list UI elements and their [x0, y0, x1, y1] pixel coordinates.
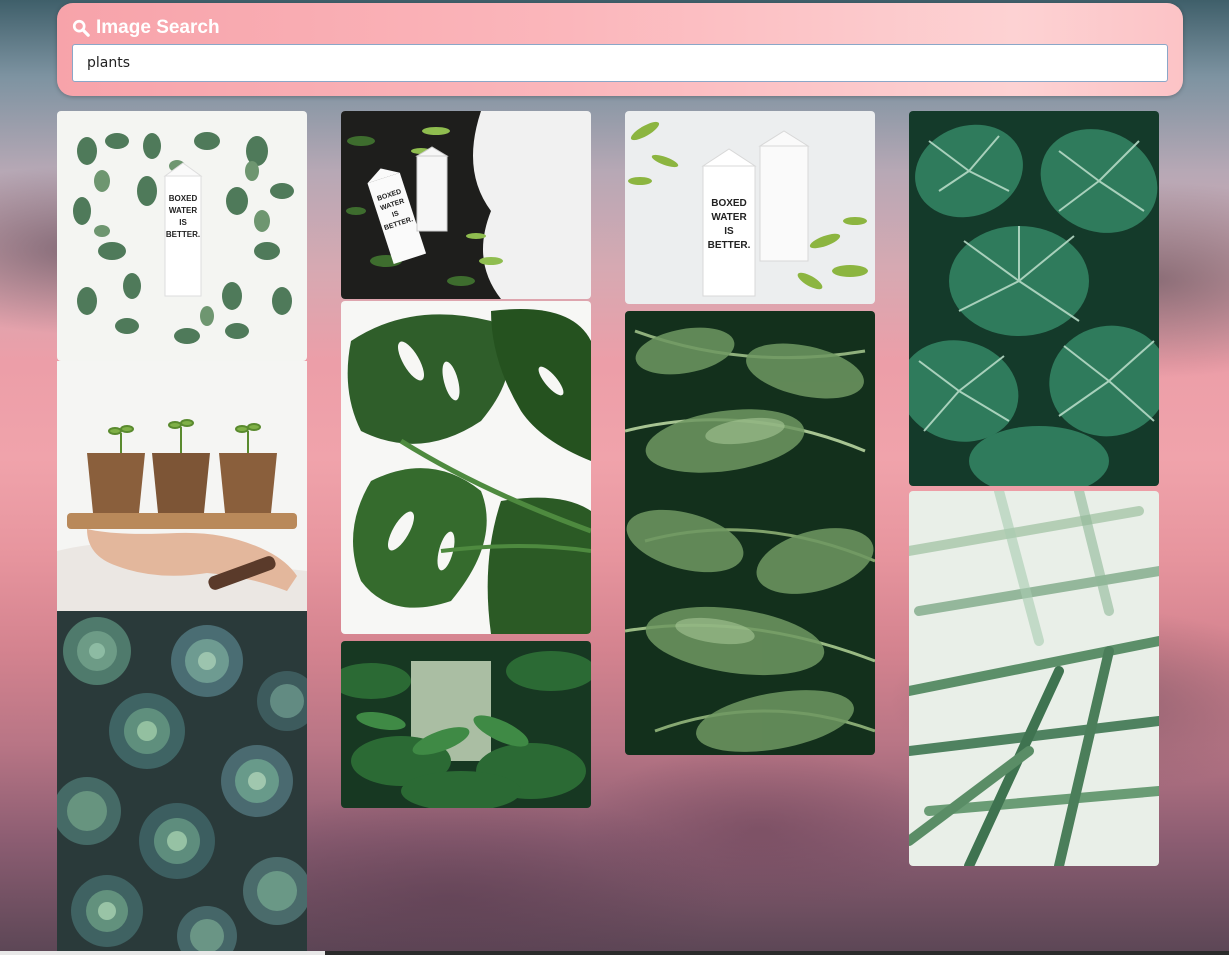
- svg-text:WATER: WATER: [711, 212, 747, 223]
- svg-text:BOXED: BOXED: [711, 198, 747, 209]
- result-image-palm-closeup[interactable]: [909, 491, 1159, 866]
- result-image-succulents[interactable]: [57, 611, 307, 951]
- svg-text:IS: IS: [179, 218, 187, 227]
- svg-text:BETTER.: BETTER.: [166, 230, 200, 239]
- svg-text:BETTER.: BETTER.: [708, 240, 751, 251]
- result-image-palm-fronds[interactable]: [625, 311, 875, 755]
- svg-text:BOXED: BOXED: [169, 194, 198, 203]
- bottom-edge: [0, 951, 1229, 955]
- svg-text:IS: IS: [724, 226, 734, 237]
- result-image-cartons-ferns[interactable]: BOXED WATER IS BETTER.: [625, 111, 875, 304]
- search-input[interactable]: [72, 44, 1168, 82]
- result-image-seedlings[interactable]: [57, 361, 307, 611]
- search-panel: Image Search: [57, 3, 1183, 96]
- search-header: Image Search: [72, 17, 220, 39]
- page-title: Image Search: [96, 17, 220, 38]
- search-icon: [72, 19, 90, 37]
- result-image-eucalyptus-flatlay[interactable]: BOXED WATER IS BETTER.: [57, 111, 307, 361]
- svg-text:WATER: WATER: [169, 206, 198, 215]
- result-image-cartons-soil[interactable]: BOXED WATER IS BETTER.: [341, 111, 591, 299]
- result-image-monstera[interactable]: [341, 301, 591, 634]
- result-image-calathea[interactable]: [909, 111, 1159, 486]
- result-image-jungle[interactable]: [341, 641, 591, 808]
